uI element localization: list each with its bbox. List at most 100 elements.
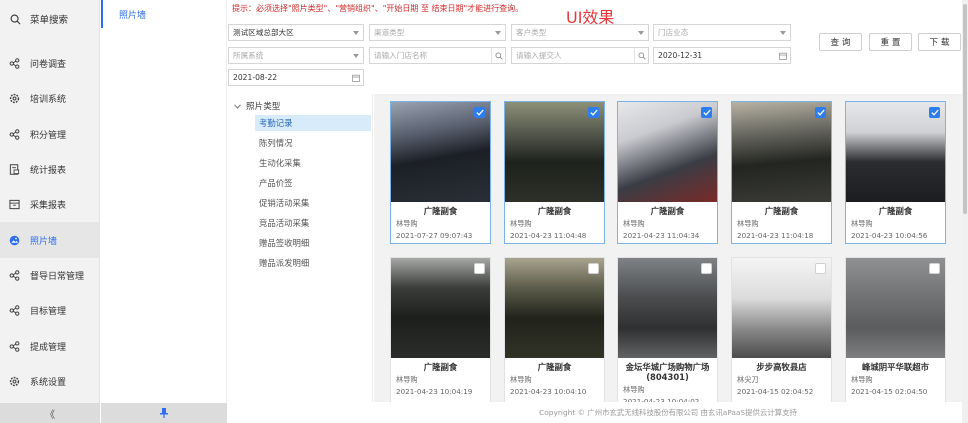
photo-store-name: 广隆副食 [537,206,572,216]
photo-image[interactable] [505,102,604,202]
sidebar-item-7[interactable]: 目标管理 [0,293,99,328]
photo-card[interactable]: 广隆副食 林导购 2021-07-27 09:07:43 [390,101,491,244]
photo-card[interactable]: 广隆副食 林导购 2021-04-23 11:04:18 [731,101,832,244]
channel-type-placeholder: 渠道类型 [374,28,405,37]
search-icon[interactable] [491,48,505,63]
photo-submitter: 林导购 [510,375,532,384]
tree-item[interactable]: 赠品派发明细 [255,255,371,271]
photo-card[interactable]: 金坛华城广场购物广场(804301) 林导购 2021-04-23 10:04:02 [617,257,718,402]
photo-card[interactable]: 峰城阴平华联超市 林导购 2021-04-15 02:04:50 [845,257,946,402]
sidebar-item-label: 提成管理 [30,342,67,353]
query-button[interactable]: 查 询 [819,33,862,51]
photo-icon [9,235,20,246]
photo-image[interactable] [505,258,604,358]
gear-icon [9,376,20,387]
system-select[interactable]: 所属系统 [228,47,364,64]
tree-item[interactable]: 产品价签 [255,175,371,191]
store-status-placeholder: 门店业态 [658,28,689,37]
tree-root-photo-type[interactable]: 照片类型 [234,100,280,112]
query-notice: 提示：必须选择"照片类型"、"营销组织"、"开始日期 至 结束日期"才能进行查询… [232,4,524,13]
photo-checkbox[interactable] [474,107,485,118]
reset-button-label: 重 置 [880,38,901,48]
search-icon[interactable] [634,48,648,63]
photo-card[interactable]: 广隆副食 林导购 2021-04-23 11:04:34 [617,101,718,244]
collapse-icon: 《 [45,409,55,421]
start-date-input[interactable]: 2020-12-31 [653,47,791,64]
photo-card[interactable]: 广隆副食 林导购 2021-04-23 10:04:10 [504,257,605,402]
photo-submitter: 林导购 [737,219,759,228]
search-icon [10,14,21,24]
tab-photo-wall[interactable]: 照片墙 [101,0,226,28]
photo-store-name: 广隆副食 [537,362,572,372]
sidebar-item-1[interactable]: 培训系统 [0,81,99,116]
photo-card[interactable]: 广隆副食 林导购 2021-04-23 10:04:56 [845,101,946,244]
customer-type-select[interactable]: 客户类型 [511,24,649,41]
check-icon [589,109,598,116]
chevron-down-icon [780,31,786,35]
photo-image[interactable] [391,102,490,202]
scrollbar-thumb[interactable] [963,4,967,214]
photo-card[interactable]: 广隆副食 林导购 2021-04-23 11:04:48 [504,101,605,244]
sidebar-item-4[interactable]: 采集报表 [0,187,99,222]
start-date-value: 2020-12-31 [658,51,703,60]
store-name-input[interactable]: 请输入门店名称 [369,47,506,64]
sidebar-item-2[interactable]: 积分管理 [0,117,99,152]
tree-item[interactable]: 考勤记录 [255,115,371,131]
tree-item[interactable]: 陈列情况 [255,135,371,151]
photo-store-name: 广隆副食 [764,206,799,216]
end-date-input[interactable]: 2021-08-22 [228,69,364,86]
page-scrollbar[interactable] [962,0,968,423]
photo-image[interactable] [732,258,831,358]
photo-image[interactable] [846,258,945,358]
chevron-down-icon [353,54,359,58]
submitter-input[interactable]: 请输入提交人 [511,47,649,64]
photo-checkbox[interactable] [815,107,826,118]
sidebar-item-3[interactable]: 统计报表 [0,152,99,187]
sidebar-item-9[interactable]: 系统设置 [0,364,99,399]
check-icon [930,109,939,116]
photo-checkbox[interactable] [588,263,599,274]
sidebar-item-8[interactable]: 提成管理 [0,328,99,363]
menu-search-label: 菜单搜索 [30,15,69,26]
photo-timestamp: 2021-04-15 02:04:50 [851,387,928,396]
sidebar-item-label: 目标管理 [30,307,67,318]
photo-image[interactable] [618,258,717,358]
tree-item[interactable]: 竞品活动采集 [255,215,371,231]
photo-checkbox[interactable] [701,263,712,274]
sidebar-collapse-button[interactable]: 《 [0,403,100,423]
calendar-icon[interactable] [776,48,790,63]
org-select[interactable]: 测试区域总部大区 [228,24,364,41]
photo-card[interactable]: 广隆副食 林导购 2021-04-23 10:04:19 [390,257,491,402]
check-icon [702,109,711,116]
share-icon [9,128,20,140]
photo-image[interactable] [732,102,831,202]
sidebar-item-6[interactable]: 督导日常管理 [0,258,99,293]
calendar-icon[interactable] [349,70,363,85]
tree-item[interactable]: 生动化采集 [255,155,371,171]
channel-type-select[interactable]: 渠道类型 [369,24,506,41]
photo-submitter: 林导购 [851,219,873,228]
photo-card[interactable]: 步步高牧县店 林尖刀 2021-04-15 02:04:52 [731,257,832,402]
sidebar-item-5[interactable]: 照片墙 [0,222,99,258]
photo-checkbox[interactable] [929,107,940,118]
photo-checkbox[interactable] [815,263,826,274]
share-icon [9,58,20,69]
pin-button[interactable] [101,403,227,423]
menu-search[interactable]: 菜单搜索 [0,0,99,38]
download-button[interactable]: 下 载 [918,33,961,51]
store-status-select[interactable]: 门店业态 [653,24,791,41]
photo-checkbox[interactable] [474,263,485,274]
photo-image[interactable] [846,102,945,202]
photo-checkbox[interactable] [929,263,940,274]
photo-image[interactable] [391,258,490,358]
end-date-value: 2021-08-22 [233,73,278,82]
reset-button[interactable]: 重 置 [869,33,912,51]
photo-checkbox[interactable] [701,107,712,118]
tree-item[interactable]: 促销活动采集 [255,195,371,211]
photo-timestamp: 2021-04-23 11:04:18 [737,231,814,240]
sidebar: 菜单搜索 问卷调查 培训系统 积分管理 统计报表 采集报表 照片墙 督导日常管理目标管理提成… [0,0,100,423]
photo-checkbox[interactable] [588,107,599,118]
photo-image[interactable] [618,102,717,202]
sidebar-item-0[interactable]: 问卷调查 [0,46,99,81]
tree-item[interactable]: 赠品签收明细 [255,235,371,251]
